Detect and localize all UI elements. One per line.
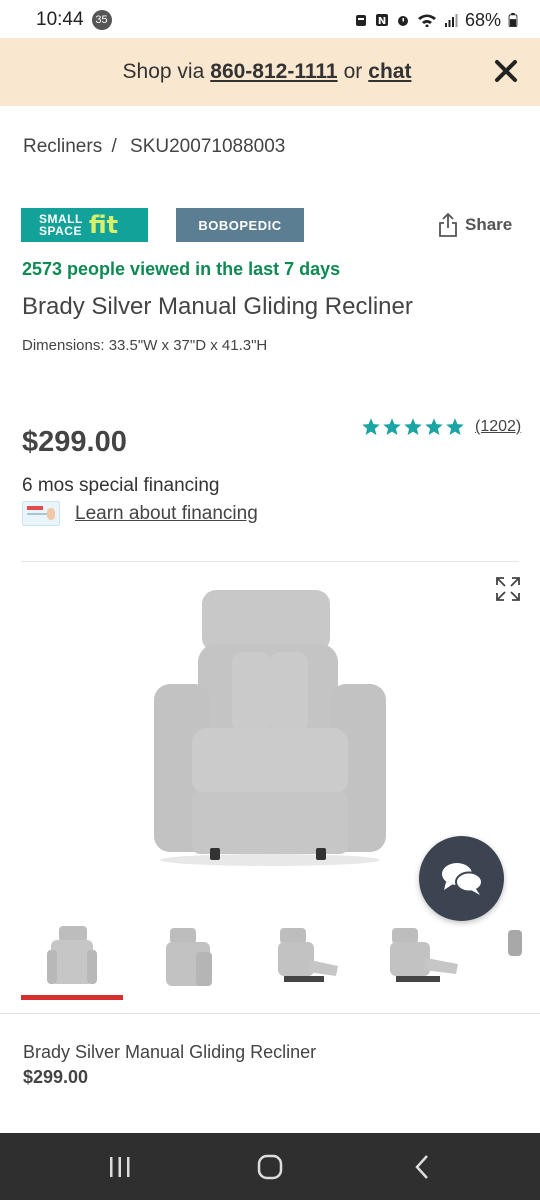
thumbnail-3[interactable] (254, 920, 356, 992)
clipboard-icon (355, 15, 366, 26)
small-space-fit-badge: SMALL SPACE fit (21, 208, 148, 242)
financing-row: Learn about financing (22, 501, 258, 526)
share-icon (439, 212, 457, 237)
breadcrumb-separator: / (111, 136, 117, 157)
signal-icon (444, 14, 458, 27)
ssf-text: SMALL SPACE (39, 213, 83, 237)
bobopedic-badge: BOBOPEDIC (176, 208, 304, 242)
promo-prefix: Shop via (122, 60, 205, 83)
credit-card-icon (22, 501, 60, 526)
thumbnail-strip (0, 920, 540, 1000)
battery-percent: 68% (464, 9, 501, 30)
phone-link[interactable]: 860-812-1111 (210, 60, 337, 84)
status-time: 10:44 (36, 9, 84, 30)
product-image[interactable] (150, 588, 390, 868)
product-price: $299.00 (22, 426, 127, 458)
star-rating (361, 417, 465, 437)
ssf-line2: SPACE (39, 224, 82, 238)
thumbnail-5[interactable] (490, 920, 540, 992)
back-icon[interactable] (408, 1153, 438, 1181)
breadcrumb: Recliners / SKU20071088003 (23, 136, 285, 158)
share-label: Share (465, 215, 513, 234)
sticky-product-price: $299.00 (23, 1067, 89, 1087)
financing-text: 6 mos special financing (22, 475, 220, 496)
expand-icon[interactable] (495, 576, 521, 602)
breadcrumb-category[interactable]: Recliners (23, 136, 102, 157)
thumbnail-2[interactable] (136, 920, 238, 992)
viewed-count: 2573 people viewed in the last 7 days (22, 259, 341, 279)
alarm-icon (397, 16, 408, 26)
chat-link[interactable]: chat (368, 60, 411, 84)
star-icon (446, 418, 464, 435)
divider (0, 1013, 540, 1014)
star-icon (425, 418, 443, 435)
status-icons: N 68% (354, 10, 518, 31)
thumbnail-1[interactable] (21, 920, 123, 1000)
home-icon[interactable] (255, 1153, 285, 1181)
rating-count[interactable]: (1202) (475, 418, 521, 436)
share-button[interactable]: Share (437, 212, 512, 238)
close-icon[interactable] (490, 55, 522, 87)
ssf-fit: fit (88, 211, 119, 239)
rating[interactable]: (1202) (361, 417, 521, 437)
divider (21, 561, 519, 562)
star-icon (362, 418, 380, 435)
chat-icon (441, 862, 483, 895)
recents-icon[interactable] (105, 1153, 135, 1181)
system-nav-bar (0, 1133, 540, 1200)
chat-button[interactable] (419, 836, 504, 921)
battery-icon (508, 13, 518, 27)
svg-text:N: N (378, 16, 386, 27)
sticky-product-name: Brady Silver Manual Gliding Recliner (23, 1042, 317, 1062)
thumbnail-4[interactable] (372, 920, 474, 992)
notification-badge: 35 (91, 10, 112, 30)
promo-middle: or (343, 60, 363, 83)
product-dimensions: Dimensions: 33.5"W x 37"D x 41.3"H (22, 337, 268, 354)
breadcrumb-sku: SKU20071088003 (130, 136, 286, 157)
star-icon (404, 418, 422, 435)
product-title: Brady Silver Manual Gliding Recliner (22, 293, 413, 320)
financing-link[interactable]: Learn about financing (75, 503, 258, 525)
nfc-icon: N (375, 14, 388, 27)
star-icon (383, 418, 401, 435)
promo-banner: Shop via 860-812-1111 or chat (0, 38, 540, 106)
status-bar: 10:44 35 N 68% (0, 0, 540, 40)
wifi-icon (417, 14, 436, 27)
